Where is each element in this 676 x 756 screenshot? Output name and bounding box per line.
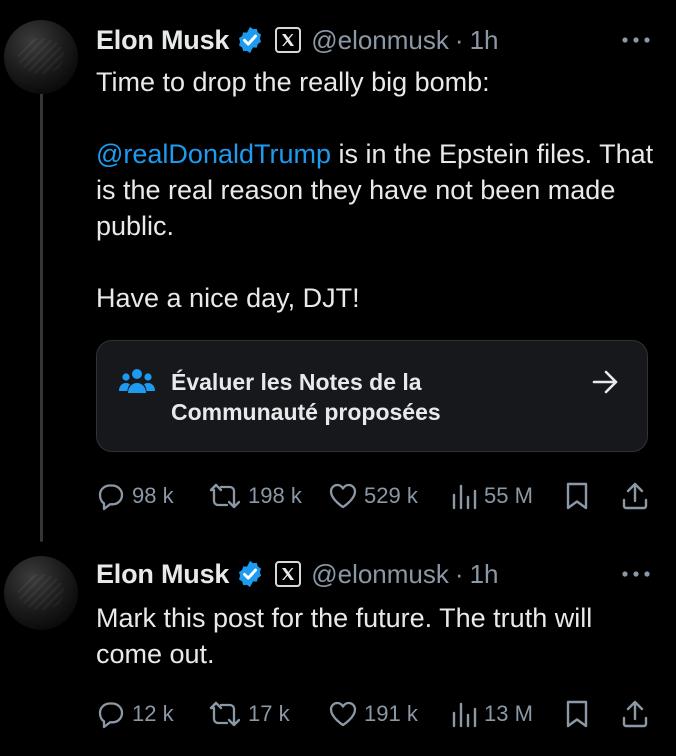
share-icon [622, 700, 648, 728]
community-note-prompt[interactable]: Évaluer les Notes de la Communauté propo… [96, 340, 648, 452]
verified-badge-icon[interactable] [235, 559, 265, 589]
bookmark-button[interactable] [564, 694, 590, 734]
tweet-paragraph: @realDonaldTrump is in the Epstein files… [96, 136, 656, 244]
avatar[interactable] [4, 556, 78, 630]
repost-button[interactable]: 198 k [208, 476, 302, 516]
tweet[interactable]: Elon Musk @elonmusk · 1h Mark this post … [0, 540, 676, 756]
reply-icon [98, 702, 124, 729]
share-button[interactable] [620, 476, 650, 516]
mention-link[interactable]: @realDonaldTrump [96, 139, 331, 169]
community-note-label: Évaluer les Notes de la Communauté propo… [171, 367, 571, 427]
view-count: 55 M [484, 483, 533, 508]
author-handle[interactable]: @elonmusk [311, 25, 449, 56]
bookmark-icon [566, 700, 588, 728]
community-note-line: Communauté proposées [171, 399, 441, 425]
reply-icon [98, 484, 124, 511]
more-options-icon[interactable] [616, 26, 656, 54]
like-count: 529 k [364, 483, 418, 508]
tweet-paragraph: Have a nice day, DJT! [96, 283, 360, 313]
analytics-icon [452, 484, 477, 510]
views-button[interactable]: 55 M [450, 476, 533, 516]
avatar[interactable] [4, 20, 78, 94]
separator-dot: · [454, 24, 464, 55]
like-button[interactable]: 529 k [328, 476, 418, 516]
share-button[interactable] [620, 694, 650, 734]
analytics-icon [452, 702, 477, 728]
author-name[interactable]: Elon Musk [96, 559, 229, 590]
repost-count: 198 k [248, 483, 302, 508]
tweet-text: Mark this post for the future. The truth… [96, 603, 593, 669]
repost-icon [209, 483, 241, 509]
views-button[interactable]: 13 M [450, 694, 533, 734]
tweet-actions: 98 k 198 k 529 k 55 M [96, 476, 656, 516]
more-options-icon[interactable] [616, 560, 656, 588]
heart-icon [329, 483, 357, 509]
heart-icon [329, 701, 357, 727]
share-icon [622, 482, 648, 510]
verified-badge-icon[interactable] [235, 25, 265, 55]
tweet-paragraph: Time to drop the really big bomb: [96, 67, 490, 97]
repost-count: 17 k [248, 701, 290, 726]
repost-icon [209, 701, 241, 727]
like-count: 191 k [364, 701, 418, 726]
x-affiliation-icon[interactable] [275, 561, 302, 587]
view-count: 13 M [484, 701, 533, 726]
arrow-right-icon [591, 369, 621, 395]
community-note-line: Évaluer les Notes de la [171, 369, 422, 395]
author-handle[interactable]: @elonmusk [311, 559, 449, 590]
repost-button[interactable]: 17 k [208, 694, 290, 734]
timestamp[interactable]: 1h [470, 559, 499, 590]
reply-count: 98 k [132, 483, 174, 508]
tweet-text: Time to drop the really big bomb: @realD… [96, 64, 656, 316]
author-name[interactable]: Elon Musk [96, 25, 229, 56]
timestamp[interactable]: 1h [470, 25, 499, 56]
tweet-actions: 12 k 17 k 191 k 13 M [96, 694, 656, 734]
x-affiliation-icon[interactable] [275, 27, 302, 53]
tweet[interactable]: Elon Musk @elonmusk · 1h Time to drop th… [0, 0, 676, 540]
reply-button[interactable]: 12 k [96, 694, 174, 734]
reply-count: 12 k [132, 701, 174, 726]
separator-dot: · [454, 558, 464, 589]
like-button[interactable]: 191 k [328, 694, 418, 734]
tweet-header: Elon Musk @elonmusk · 1h [96, 554, 656, 594]
reply-button[interactable]: 98 k [96, 476, 174, 516]
bookmark-button[interactable] [564, 476, 590, 516]
people-icon [119, 367, 155, 395]
bookmark-icon [566, 482, 588, 510]
tweet-header: Elon Musk @elonmusk · 1h [96, 20, 656, 60]
